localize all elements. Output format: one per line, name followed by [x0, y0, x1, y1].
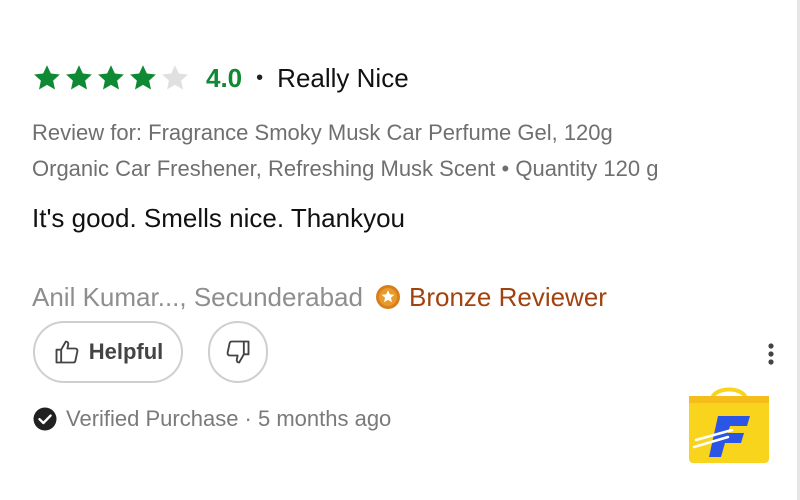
- reviewer-badge: Bronze Reviewer: [408, 281, 607, 312]
- star-icon: [66, 65, 92, 90]
- helpful-label: Helpful: [88, 339, 164, 364]
- star-icon: [98, 65, 124, 90]
- check-circle-icon: [33, 407, 57, 431]
- verified-row: Verified Purchase · 5 months ago: [32, 403, 391, 435]
- star-icon: [162, 65, 188, 90]
- review-for: Review for: Fragrance Smoky Musk Car Per…: [32, 115, 772, 187]
- rating-value: 4.0: [206, 62, 243, 93]
- separator-dot: •: [256, 66, 264, 89]
- star-icon: [34, 65, 60, 90]
- shopping-bag-logo: [689, 387, 769, 463]
- rating-row: 4.0 • Really Nice: [32, 58, 409, 98]
- verified-purchase-text: Verified Purchase · 5 months ago: [66, 406, 392, 431]
- review-for-line: Review for: Fragrance Smoky Musk Car Per…: [32, 120, 613, 145]
- author-name: Anil Kumar..., Secunderabad: [32, 281, 363, 312]
- helpful-button[interactable]: Helpful: [33, 321, 183, 383]
- thumbs-up-icon: [55, 340, 79, 364]
- star-icon: [130, 65, 156, 90]
- not-helpful-button[interactable]: [208, 321, 268, 383]
- more-options-button[interactable]: [760, 340, 782, 368]
- thumbs-down-icon: [226, 340, 250, 364]
- more-vertical-icon: [768, 343, 774, 365]
- review-title: Really Nice: [277, 62, 409, 93]
- author-row: Anil Kumar..., Secunderabad Bronze Revie…: [32, 280, 607, 314]
- review-body: It's good. Smells nice. Thankyou: [32, 203, 406, 233]
- star-badge-icon: [375, 285, 400, 309]
- star-rating: [32, 63, 190, 93]
- review-for-line: Organic Car Freshener, Refreshing Musk S…: [32, 156, 659, 181]
